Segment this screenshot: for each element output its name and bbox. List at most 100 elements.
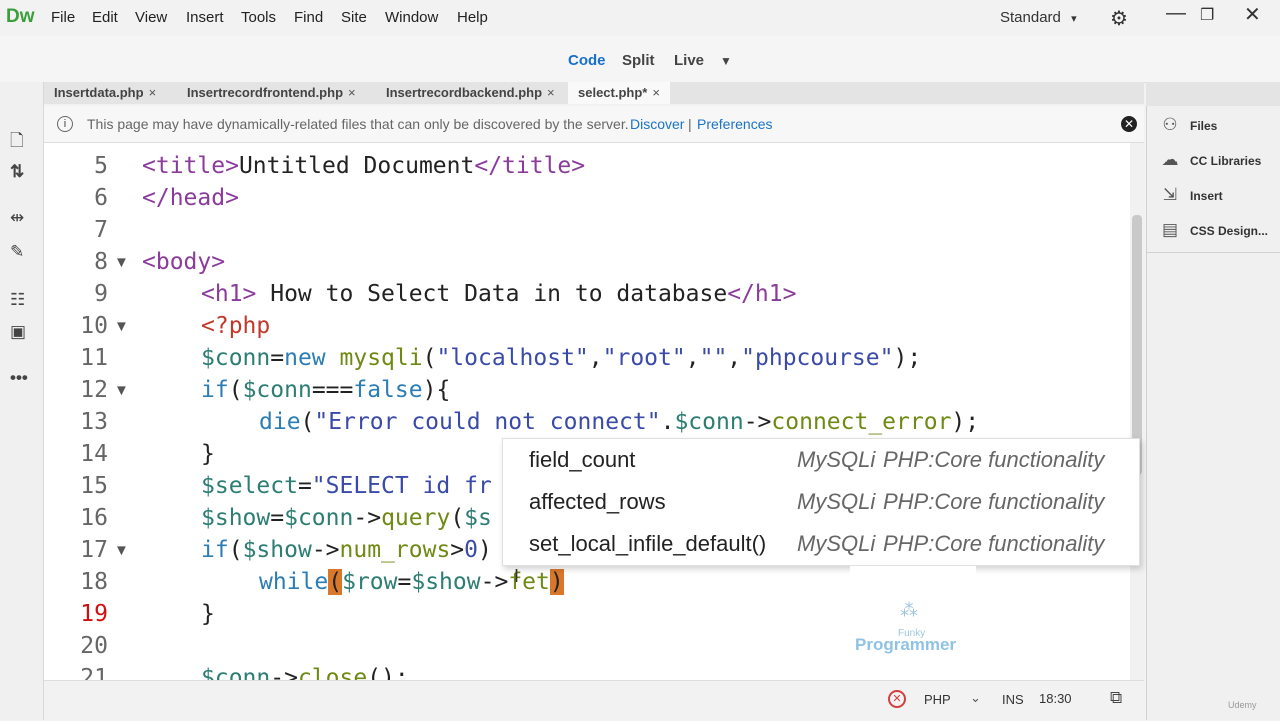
view-dropdown-icon[interactable]: ▼ xyxy=(720,54,732,68)
panel-insert[interactable]: ⇲ Insert xyxy=(1158,185,1223,205)
live-view-button[interactable]: Live xyxy=(674,52,704,69)
sync-settings-icon[interactable]: ⚙ xyxy=(1110,6,1128,31)
line-number: 11 xyxy=(80,345,108,371)
panel-css-designer[interactable]: ▤ CSS Design... xyxy=(1158,220,1268,240)
files-icon: ⚇ xyxy=(1162,115,1178,134)
line-number: 12 xyxy=(80,377,108,403)
hint-source: MySQLi xyxy=(797,531,876,556)
error-icon[interactable]: ✕ xyxy=(888,690,906,708)
insert-icon: ⇲ xyxy=(1162,185,1178,204)
format-icon[interactable]: ✎ xyxy=(10,242,24,262)
menu-help[interactable]: Help xyxy=(457,9,488,26)
line-number: 5 xyxy=(94,153,108,179)
workspace-switcher[interactable]: Standard ▾ xyxy=(1000,9,1077,26)
snippet-icon[interactable]: ▣ xyxy=(10,322,26,342)
more-icon[interactable]: ••• xyxy=(10,368,28,388)
line-number: 13 xyxy=(80,409,108,435)
line-number: 18 xyxy=(80,569,108,595)
code-view-button[interactable]: Code xyxy=(568,52,606,69)
tab-label: select.php* xyxy=(578,85,648,100)
line-number: 14 xyxy=(80,441,108,467)
code-line-21: $conn->close(); xyxy=(201,665,409,680)
right-panel-header xyxy=(1146,82,1280,106)
watermark-text: Programmer xyxy=(855,635,957,654)
hint-name: affected_rows xyxy=(529,489,666,514)
close-icon[interactable]: ✕ xyxy=(1244,2,1261,27)
comment-icon[interactable]: ☷ xyxy=(10,290,25,310)
code-hint-item[interactable]: affected_rows MySQLi PHP:Core functional… xyxy=(503,481,1139,523)
line-number: 6 xyxy=(94,185,108,211)
menu-window[interactable]: Window xyxy=(385,9,438,26)
fold-arrow-icon[interactable]: ▼ xyxy=(114,542,129,559)
code-hint-item[interactable]: field_count MySQLi PHP:Core functionalit… xyxy=(503,439,1139,481)
panel-label: Files xyxy=(1190,119,1218,133)
panel-label: Insert xyxy=(1190,189,1223,203)
fold-arrow-icon[interactable]: ▼ xyxy=(114,382,129,399)
css-designer-icon: ▤ xyxy=(1161,220,1179,239)
menu-view[interactable]: View xyxy=(135,9,167,26)
menu-tools[interactable]: Tools xyxy=(241,9,276,26)
discover-link[interactable]: Discover xyxy=(630,116,684,132)
code-line-13: die("Error could not connect".$conn->con… xyxy=(259,409,980,435)
dreamweaver-logo: Dw xyxy=(6,6,35,27)
code-line-16: $show=$conn->query($s xyxy=(201,505,492,531)
hint-name: set_local_infile_default() xyxy=(529,531,767,556)
minimize-icon[interactable]: — xyxy=(1166,2,1186,25)
code-line-17: if($show->num_rows>0) xyxy=(201,537,492,563)
sort-icon[interactable]: ⇅ xyxy=(10,162,24,182)
tab-insertrecordfrontend[interactable]: Insertrecordfrontend.php × xyxy=(187,82,356,104)
cursor-position: 18:30 xyxy=(1039,691,1072,706)
tab-label: Insertrecordfrontend.php xyxy=(187,85,344,100)
code-line-5: <title>Untitled Document</title> xyxy=(142,153,586,179)
code-line-12: if($conn===false){ xyxy=(201,377,451,403)
chevron-down-icon: ▾ xyxy=(1071,13,1077,25)
tab-label: Insertdata.php xyxy=(54,85,144,100)
menu-site[interactable]: Site xyxy=(341,9,367,26)
separator: | xyxy=(688,116,692,132)
menu-find[interactable]: Find xyxy=(294,9,323,26)
code-hint-popup: field_count MySQLi PHP:Core functionalit… xyxy=(502,438,1140,566)
close-icon[interactable]: × xyxy=(652,85,660,100)
watermark-logo-icon: ⁂ xyxy=(900,600,918,620)
text-cursor-icon: I xyxy=(514,566,520,586)
file-icon[interactable]: 🗋 xyxy=(10,128,24,157)
chevron-down-icon[interactable]: ⌄ xyxy=(970,690,981,706)
restore-icon[interactable]: ❐ xyxy=(1200,5,1214,25)
panel-label: CC Libraries xyxy=(1190,154,1262,168)
close-icon[interactable]: × xyxy=(547,85,555,100)
hint-source: MySQLi xyxy=(797,447,876,472)
hint-name: field_count xyxy=(529,447,636,472)
tab-label: Insertrecordbackend.php xyxy=(386,85,543,100)
code-line-11: $conn=new mysqli("localhost","root","","… xyxy=(201,345,922,371)
panel-files[interactable]: ⚇ Files xyxy=(1158,115,1217,135)
line-number: 15 xyxy=(80,473,108,499)
hint-source: MySQLi xyxy=(797,489,876,514)
insert-mode[interactable]: INS xyxy=(1002,692,1024,707)
hint-description: PHP:Core functionality xyxy=(883,531,1105,556)
menu-insert[interactable]: Insert xyxy=(186,9,224,26)
close-icon[interactable]: × xyxy=(348,85,356,100)
close-icon[interactable]: × xyxy=(149,85,157,100)
line-number: 16 xyxy=(80,505,108,531)
close-infobar-icon[interactable]: ✕ xyxy=(1121,116,1137,132)
split-view-button[interactable]: Split xyxy=(622,52,655,69)
tab-insertrecordbackend[interactable]: Insertrecordbackend.php × xyxy=(386,82,555,104)
hint-description: PHP:Core functionality xyxy=(883,489,1105,514)
info-message: This page may have dynamically-related f… xyxy=(87,116,629,132)
udemy-watermark: Udemy xyxy=(1228,700,1257,710)
document-type[interactable]: PHP xyxy=(924,692,951,707)
code-line-15: $select="SELECT id fr xyxy=(201,473,492,499)
fold-arrow-icon[interactable]: ▼ xyxy=(114,254,129,271)
expand-icon[interactable]: ⇹ xyxy=(10,208,24,228)
scrollbar-thumb[interactable] xyxy=(1132,215,1142,475)
cc-libraries-icon: ☁ xyxy=(1161,150,1179,169)
tab-insertdata[interactable]: Insertdata.php × xyxy=(54,82,156,104)
fold-arrow-icon[interactable]: ▼ xyxy=(114,318,129,335)
preview-icon[interactable]: ⧉ xyxy=(1110,688,1122,708)
code-hint-item[interactable]: set_local_infile_default() MySQLi PHP:Co… xyxy=(503,523,1139,565)
panel-cc-libraries[interactable]: ☁ CC Libraries xyxy=(1158,150,1262,170)
menu-file[interactable]: File xyxy=(51,9,75,26)
preferences-link[interactable]: Preferences xyxy=(697,116,772,132)
tab-select[interactable]: select.php* × xyxy=(568,82,670,104)
menu-edit[interactable]: Edit xyxy=(92,9,118,26)
